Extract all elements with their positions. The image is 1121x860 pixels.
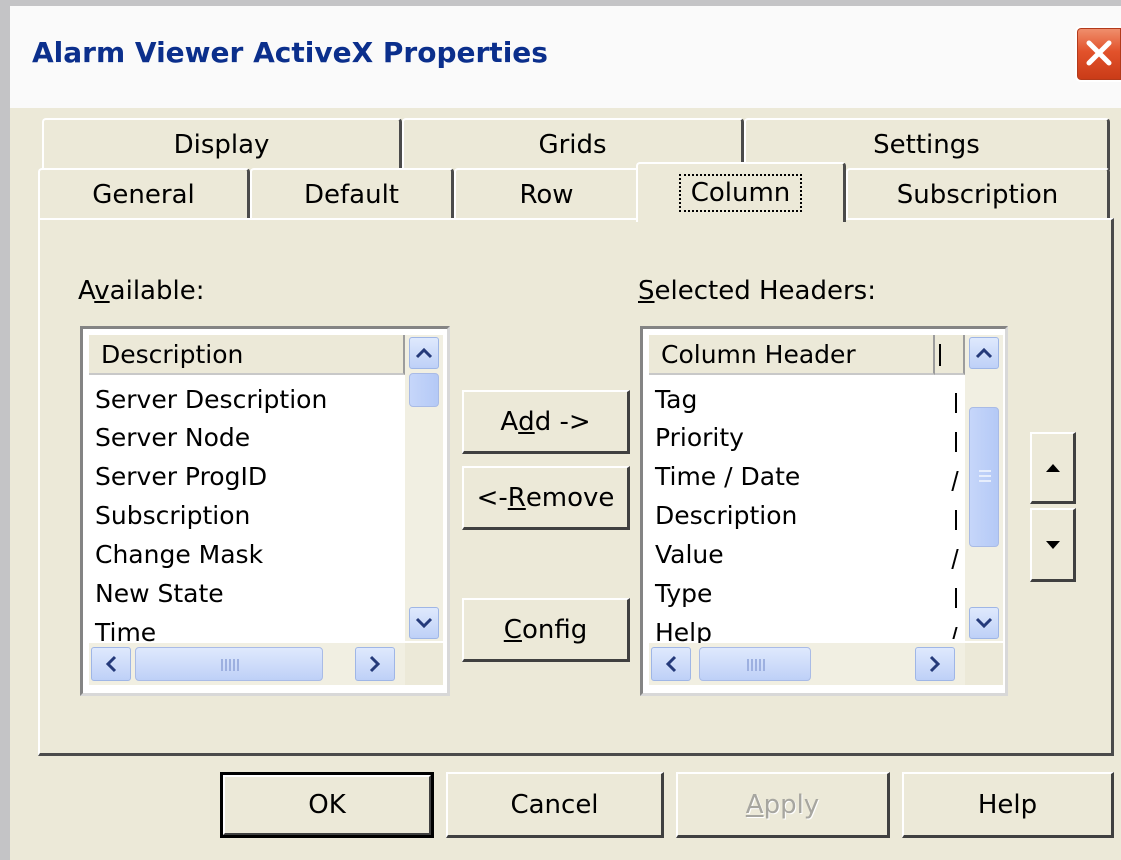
- scroll-thumb[interactable]: [135, 647, 323, 681]
- available-label: Available:: [78, 276, 205, 306]
- second-column-header[interactable]: [935, 335, 965, 375]
- ok-button[interactable]: OK: [220, 772, 434, 838]
- tab-subscription[interactable]: Subscription: [846, 168, 1110, 220]
- tab-label: Column: [678, 174, 803, 212]
- tab-display[interactable]: Display: [42, 118, 402, 170]
- tab-label: Grids: [538, 130, 607, 160]
- selected-vscrollbar[interactable]: [965, 335, 1003, 641]
- config-button[interactable]: Config: [462, 598, 630, 662]
- chevron-left-icon: [105, 655, 117, 673]
- scroll-thumb[interactable]: [969, 407, 999, 547]
- available-vscrollbar[interactable]: [405, 335, 443, 641]
- list-item[interactable]: Subscription: [95, 497, 250, 535]
- list-item[interactable]: Priority: [655, 419, 744, 457]
- chevron-down-icon: [975, 617, 993, 629]
- grip-icon: [979, 470, 991, 482]
- list-item[interactable]: Tag: [655, 381, 697, 419]
- chevron-up-icon: [975, 347, 993, 359]
- window-title: Alarm Viewer ActiveX Properties: [32, 36, 548, 69]
- chevron-up-icon: [415, 347, 433, 359]
- active-tab-joint: [640, 216, 843, 222]
- list-item[interactable]: Value: [655, 536, 724, 574]
- scroll-down-button[interactable]: [969, 607, 999, 639]
- list-item[interactable]: Description: [655, 497, 797, 535]
- scroll-left-button[interactable]: [651, 647, 691, 681]
- scroll-right-button[interactable]: [915, 647, 955, 681]
- tab-general[interactable]: General: [38, 168, 250, 220]
- list-item[interactable]: Time / Date: [655, 458, 800, 496]
- title-bar[interactable]: Alarm Viewer ActiveX Properties: [10, 6, 1121, 108]
- scroll-up-button[interactable]: [409, 337, 439, 369]
- scroll-thumb[interactable]: [409, 373, 439, 407]
- available-list[interactable]: Description Server Description Server No…: [77, 323, 453, 699]
- available-column-header[interactable]: Description: [89, 335, 405, 375]
- scroll-left-button[interactable]: [91, 647, 131, 681]
- column-header-header[interactable]: Column Header: [649, 335, 935, 375]
- list-item[interactable]: Type: [655, 575, 712, 613]
- clipped-column-values: [949, 389, 965, 639]
- chevron-down-icon: [415, 617, 433, 629]
- scroll-up-button[interactable]: [969, 337, 999, 369]
- scroll-thumb[interactable]: [699, 647, 811, 681]
- list-item[interactable]: New State: [95, 575, 224, 613]
- tab-label: Row: [519, 180, 574, 210]
- available-hscrollbar[interactable]: [89, 643, 405, 685]
- help-button[interactable]: Help: [902, 772, 1114, 838]
- selected-headers-label: Selected Headers:: [638, 276, 876, 306]
- grip-icon: [747, 659, 765, 671]
- list-item[interactable]: Change Mask: [95, 536, 263, 574]
- close-x-icon: [1086, 40, 1112, 66]
- scroll-corner: [405, 643, 443, 685]
- tab-column[interactable]: Column: [636, 162, 846, 222]
- list-item[interactable]: Server Node: [95, 419, 250, 457]
- tab-label: General: [92, 180, 195, 210]
- move-down-button[interactable]: [1030, 508, 1076, 582]
- add-button[interactable]: Add ->: [462, 390, 630, 454]
- tab-default[interactable]: Default: [250, 168, 454, 220]
- cancel-button[interactable]: Cancel: [446, 772, 664, 838]
- list-item[interactable]: Server Description: [95, 381, 327, 419]
- triangle-up-icon: [1045, 463, 1060, 472]
- scroll-down-button[interactable]: [409, 607, 439, 639]
- tab-label: Display: [173, 130, 270, 160]
- chevron-left-icon: [665, 655, 677, 673]
- tab-label: Subscription: [896, 180, 1059, 210]
- selected-headers-list[interactable]: Column Header Tag Priority Time / Date D…: [637, 323, 1011, 699]
- scroll-corner: [965, 643, 1003, 685]
- tab-row[interactable]: Row: [454, 168, 640, 220]
- triangle-down-icon: [1045, 540, 1060, 549]
- remove-button[interactable]: <- Remove: [462, 466, 630, 530]
- tab-label: Default: [304, 180, 399, 210]
- tab-label: Settings: [873, 130, 980, 160]
- selected-hscrollbar[interactable]: [649, 643, 965, 685]
- grip-icon: [221, 659, 239, 671]
- apply-button[interactable]: Apply: [676, 772, 890, 838]
- move-up-button[interactable]: [1030, 432, 1076, 504]
- close-button[interactable]: [1075, 26, 1121, 82]
- list-item[interactable]: Server ProgID: [95, 458, 267, 496]
- chevron-right-icon: [369, 655, 381, 673]
- scroll-right-button[interactable]: [355, 647, 395, 681]
- chevron-right-icon: [929, 655, 941, 673]
